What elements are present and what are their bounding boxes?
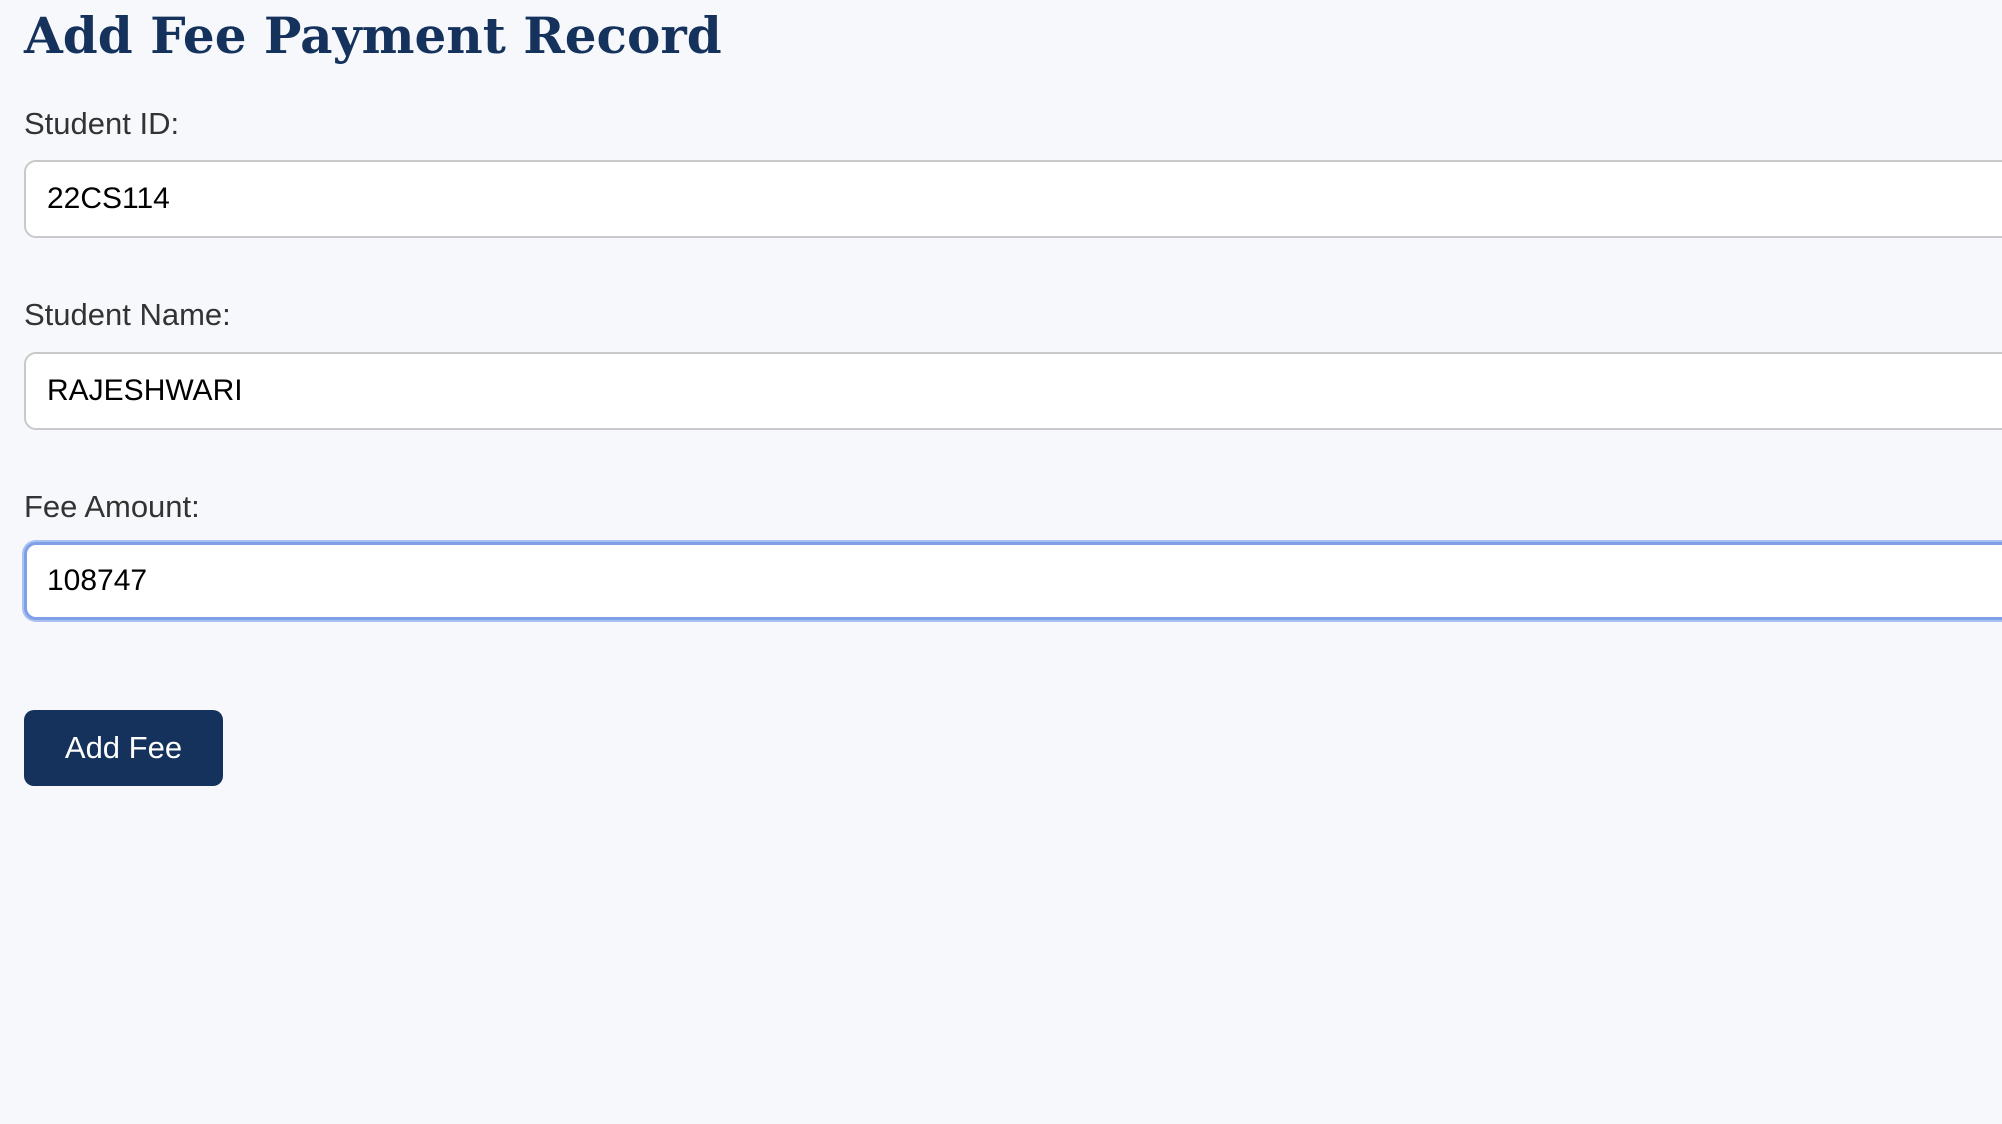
student-id-input[interactable] — [24, 160, 2002, 238]
student-name-label: Student Name: — [24, 297, 231, 332]
page-title: Add Fee Payment Record — [24, 6, 722, 65]
add-fee-page: Add Fee Payment Record Student ID: Stude… — [0, 0, 2002, 1124]
fee-amount-label: Fee Amount: — [24, 489, 200, 524]
fee-amount-input[interactable] — [24, 542, 2002, 620]
student-id-label: Student ID: — [24, 106, 180, 141]
add-fee-button[interactable]: Add Fee — [24, 710, 223, 786]
student-name-input[interactable] — [24, 352, 2002, 430]
